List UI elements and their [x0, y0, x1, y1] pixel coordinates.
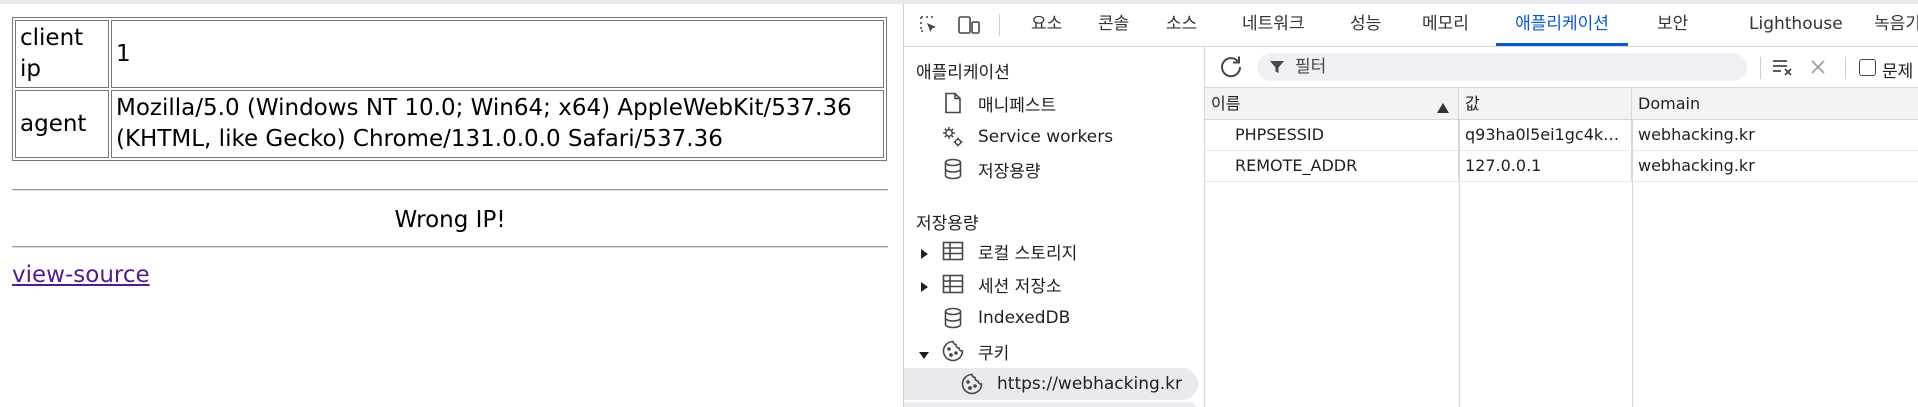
column-header-domain[interactable]: Domain — [1632, 88, 1918, 119]
cookies-panel: 문제 이름 값 Domain PHPSESSID q93ha0l5ei1gc4k… — [1205, 47, 1918, 407]
sidebar-item-label: 쿠키 — [978, 343, 1010, 364]
table-row[interactable]: REMOTE_ADDR 127.0.0.1 webhacking.kr — [1205, 151, 1918, 182]
info-table: client ip 1 agent Mozilla/5.0 (Windows N… — [12, 17, 887, 161]
delete-selected-icon[interactable] — [1806, 55, 1830, 79]
tab-lighthouse[interactable]: Lighthouse — [1749, 4, 1843, 46]
sidebar-item-indexeddb[interactable]: IndexedDB — [940, 302, 1070, 334]
file-icon — [940, 90, 966, 116]
client-ip-label: client ip — [15, 20, 109, 88]
sidebar-item-local-storage[interactable]: 로컬 스토리지 — [940, 235, 1077, 267]
toolbar-separator — [999, 14, 1000, 36]
sidebar-item-service-workers[interactable]: Service workers — [940, 121, 1113, 153]
tab-elements[interactable]: 요소 — [1031, 4, 1062, 46]
table-icon — [940, 238, 966, 264]
toolbar-separator — [1845, 57, 1846, 79]
agent-value: Mozilla/5.0 (Windows NT 10.0; Win64; x64… — [111, 90, 884, 158]
sidebar-section-storage: 저장용량 — [916, 214, 979, 234]
devtools-tabbar: 요소 콘솔 소스 네트워크 성능 메모리 애플리케이션 보안 Lighthous… — [904, 4, 1918, 47]
table-header: 이름 값 Domain — [1205, 88, 1918, 120]
tab-recorder[interactable]: 녹음기 — [1874, 4, 1918, 46]
collapse-arrow-icon[interactable] — [918, 346, 930, 359]
cookie-name: REMOTE_ADDR — [1205, 151, 1459, 181]
cookies-table: 이름 값 Domain PHPSESSID q93ha0l5ei1gc4k… w… — [1205, 88, 1918, 407]
tab-sources[interactable]: 소스 — [1166, 4, 1197, 46]
sidebar-item-partial[interactable] — [904, 402, 1198, 407]
table-row[interactable]: PHPSESSID q93ha0l5ei1gc4k… webhacking.kr — [1205, 120, 1918, 151]
tab-performance[interactable]: 성능 — [1350, 4, 1381, 46]
sidebar-item-cookie-origin[interactable]: https://webhacking.kr — [904, 368, 1198, 400]
column-divider — [1459, 119, 1460, 407]
cookie-domain: webhacking.kr — [1638, 125, 1755, 144]
tab-network[interactable]: 네트워크 — [1242, 4, 1305, 46]
cookie-name: PHPSESSID — [1205, 120, 1459, 150]
column-header-value[interactable]: 값 — [1459, 88, 1632, 119]
toolbar-separator — [1760, 57, 1761, 79]
refresh-icon[interactable] — [1217, 53, 1245, 81]
column-divider — [1632, 119, 1633, 407]
page-content: client ip 1 agent Mozilla/5.0 (Windows N… — [0, 4, 903, 407]
tab-security[interactable]: 보안 — [1657, 4, 1688, 46]
sidebar-item-label: https://webhacking.kr — [997, 374, 1182, 394]
only-issues-label: 문제 — [1882, 62, 1914, 82]
sidebar-item-session-storage[interactable]: 세션 저장소 — [940, 268, 1062, 300]
cookies-toolbar: 문제 — [1205, 47, 1918, 88]
tab-application[interactable]: 애플리케이션 — [1496, 4, 1628, 46]
filter-icon — [1269, 59, 1285, 75]
inspect-element-icon[interactable] — [916, 12, 942, 38]
device-toolbar-icon[interactable] — [956, 12, 982, 38]
sidebar-section-application: 애플리케이션 — [916, 63, 1010, 83]
expand-arrow-icon[interactable] — [918, 245, 930, 259]
sidebar-item-label: IndexedDB — [978, 308, 1071, 328]
application-sidebar: 애플리케이션 매니페스트 Service workers 저장용량 저장용량 로… — [904, 47, 1205, 407]
gears-icon — [940, 124, 966, 150]
cookie-value: 127.0.0.1 — [1459, 151, 1632, 181]
tab-memory[interactable]: 메모리 — [1422, 4, 1469, 46]
sidebar-item-label: 매니페스트 — [978, 95, 1057, 116]
table-row: agent Mozilla/5.0 (Windows NT 10.0; Win6… — [15, 90, 884, 158]
view-source-link[interactable]: view-source — [12, 262, 150, 288]
sidebar-item-storage[interactable]: 저장용량 — [940, 153, 1041, 185]
filter-input[interactable] — [1293, 56, 1737, 78]
sidebar-item-cookies[interactable]: 쿠키 — [940, 335, 1009, 367]
filter-box[interactable] — [1257, 53, 1747, 81]
wrong-ip-message: Wrong IP! — [394, 207, 506, 233]
tab-console[interactable]: 콘솔 — [1098, 4, 1129, 46]
database-icon — [940, 156, 966, 182]
clear-all-icon[interactable] — [1771, 55, 1795, 79]
table-icon — [940, 271, 966, 297]
sidebar-item-label: Service workers — [978, 127, 1114, 147]
sort-ascending-icon — [1437, 98, 1449, 113]
cookie-icon — [940, 338, 966, 364]
sidebar-item-label: 저장용량 — [978, 161, 1041, 182]
database-icon — [940, 305, 966, 331]
cookie-icon — [959, 371, 985, 397]
agent-label: agent — [15, 90, 109, 158]
divider — [12, 246, 888, 248]
sidebar-item-label: 세션 저장소 — [978, 276, 1062, 297]
sidebar-item-manifest[interactable]: 매니페스트 — [940, 87, 1056, 119]
divider — [12, 189, 888, 191]
table-row: client ip 1 — [15, 20, 884, 88]
cookie-value: q93ha0l5ei1gc4k… — [1459, 120, 1632, 150]
column-header-name[interactable]: 이름 — [1205, 88, 1459, 119]
client-ip-value: 1 — [111, 20, 884, 88]
sidebar-item-label: 로컬 스토리지 — [978, 243, 1078, 264]
expand-arrow-icon[interactable] — [918, 278, 930, 292]
devtools-panel: 요소 콘솔 소스 네트워크 성능 메모리 애플리케이션 보안 Lighthous… — [903, 4, 1918, 407]
cookie-domain: webhacking.kr — [1638, 156, 1755, 175]
only-issues-checkbox[interactable] — [1859, 59, 1876, 76]
